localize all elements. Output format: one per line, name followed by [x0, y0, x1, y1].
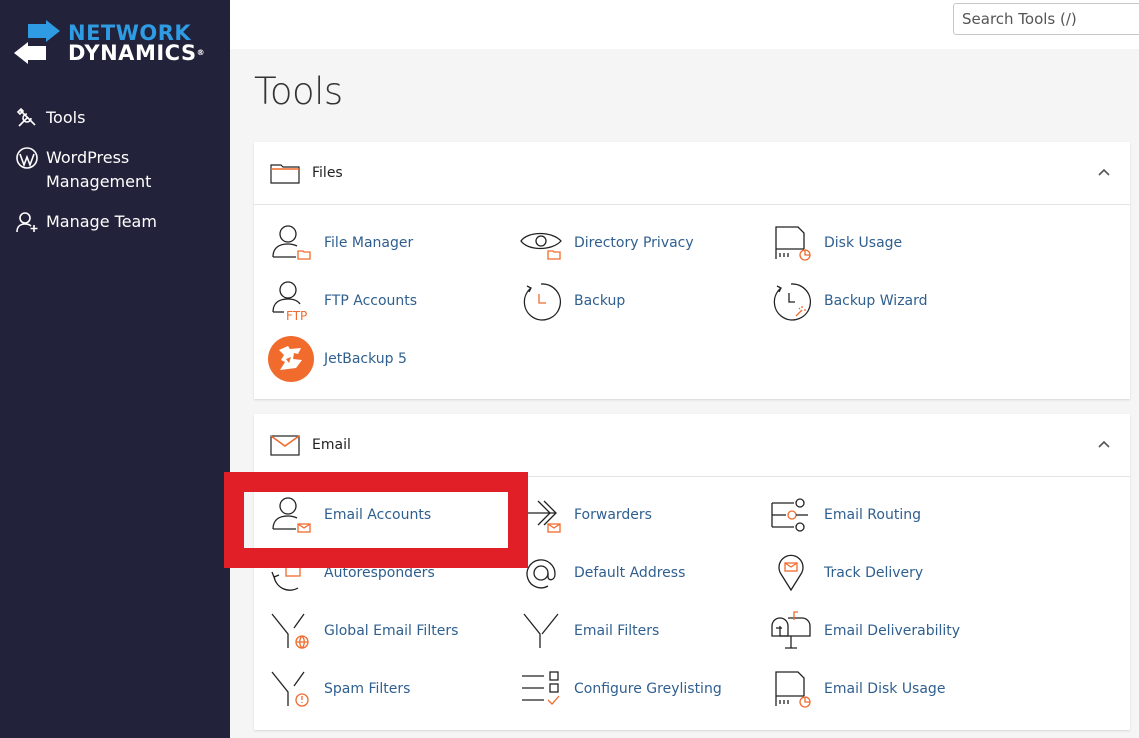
tool-autoresponders[interactable]: Autoresponders [268, 548, 435, 598]
tool-label: Backup Wizard [824, 293, 928, 309]
tool-email-routing[interactable]: Email Routing [768, 490, 921, 540]
jetbackup-icon [268, 336, 314, 382]
tool-label: Forwarders [574, 507, 652, 523]
collapse-chevron-icon[interactable] [1096, 436, 1112, 452]
files-section-title: Files [312, 165, 343, 181]
tool-default-address[interactable]: Default Address [518, 548, 685, 598]
brand-wordmark: NETWORK DYNAMICS® [68, 21, 206, 65]
logo-arrows-icon [14, 20, 60, 64]
backup-icon [518, 278, 564, 324]
sidebar-item-label: Manage Team [46, 212, 157, 231]
disk-usage-icon [768, 220, 814, 266]
sidebar-item-label: WordPress Management [46, 148, 152, 191]
autoresponders-icon [268, 550, 314, 596]
top-bar [230, 0, 1139, 49]
email-panel-header[interactable]: Email [254, 414, 1130, 477]
svg-text:FTP: FTP [286, 309, 307, 322]
tools-icon [14, 106, 40, 130]
sidebar-item-manage-team[interactable]: Manage Team [14, 210, 166, 234]
files-panel: Files File Manager Directory Privacy Dis… [254, 142, 1130, 399]
backup-wizard-icon [768, 278, 814, 324]
search-tools-input[interactable] [953, 3, 1139, 35]
email-section-title: Email [312, 437, 351, 453]
manage-team-icon [14, 210, 40, 234]
tool-label: Email Filters [574, 623, 660, 639]
tool-ftp-accounts[interactable]: FTP FTP Accounts [268, 276, 417, 326]
configure-greylisting-icon [518, 666, 564, 712]
sidebar-item-wordpress-management[interactable]: WordPress Management [14, 146, 166, 194]
tool-label: Backup [574, 293, 626, 309]
tool-file-manager[interactable]: File Manager [268, 218, 413, 268]
tool-directory-privacy[interactable]: Directory Privacy [518, 218, 694, 268]
tool-email-accounts[interactable]: Email Accounts [268, 490, 431, 540]
tool-email-deliverability[interactable]: Email Deliverability [768, 606, 960, 656]
global-email-filters-icon [268, 608, 314, 654]
track-delivery-icon [768, 550, 814, 596]
tool-label: FTP Accounts [324, 293, 418, 309]
tool-label: Disk Usage [824, 235, 903, 251]
tool-label: File Manager [324, 235, 414, 251]
tool-label: Email Routing [824, 507, 921, 523]
tool-spam-filters[interactable]: Spam Filters [268, 664, 410, 714]
tool-email-disk-usage[interactable]: Email Disk Usage [768, 664, 945, 714]
tool-backup[interactable]: Backup [518, 276, 625, 326]
tool-label: Default Address [574, 565, 686, 581]
file-manager-icon [268, 220, 314, 266]
tool-backup-wizard[interactable]: Backup Wizard [768, 276, 928, 326]
ftp-accounts-icon: FTP [268, 278, 314, 324]
tool-configure-greylisting[interactable]: Configure Greylisting [518, 664, 722, 714]
brand-line2: DYNAMICS [68, 41, 197, 65]
brand-line1: NETWORK [68, 21, 192, 45]
folder-icon [270, 161, 300, 185]
email-disk-usage-icon [768, 666, 814, 712]
tool-global-email-filters[interactable]: Global Email Filters [268, 606, 458, 656]
tool-label: Email Accounts [324, 507, 432, 523]
tool-label: Configure Greylisting [574, 681, 722, 697]
tool-label: Email Disk Usage [824, 681, 946, 697]
tool-label: Track Delivery [824, 565, 924, 581]
tool-jetbackup-5[interactable]: JetBackup 5 [268, 334, 407, 384]
sidebar-item-tools[interactable]: Tools [14, 106, 166, 130]
directory-privacy-icon [518, 220, 564, 266]
files-panel-header[interactable]: Files [254, 142, 1130, 205]
email-accounts-icon [268, 492, 314, 538]
sidebar-item-label: Tools [46, 108, 86, 127]
tool-label: Spam Filters [324, 681, 411, 697]
tool-track-delivery[interactable]: Track Delivery [768, 548, 923, 598]
brand-registered: ® [196, 48, 206, 57]
default-address-icon [518, 550, 564, 596]
sidebar: NETWORK DYNAMICS® Tools WordPress Manage… [0, 0, 230, 738]
tool-label: Global Email Filters [324, 623, 459, 639]
email-filters-icon [518, 608, 564, 654]
brand-logo[interactable]: NETWORK DYNAMICS® [12, 20, 222, 70]
forwarders-icon [518, 492, 564, 538]
page-title: Tools [254, 70, 343, 113]
tool-disk-usage[interactable]: Disk Usage [768, 218, 902, 268]
email-routing-icon [768, 492, 814, 538]
wordpress-icon [14, 146, 40, 170]
tool-label: Email Deliverability [824, 623, 961, 639]
envelope-icon [270, 433, 300, 457]
tool-forwarders[interactable]: Forwarders [518, 490, 652, 540]
tool-email-filters[interactable]: Email Filters [518, 606, 659, 656]
spam-filters-icon [268, 666, 314, 712]
tool-label: Autoresponders [324, 565, 435, 581]
email-deliverability-icon [768, 608, 814, 654]
tool-label: Directory Privacy [574, 235, 694, 251]
email-panel: Email Email Accounts Forwarders Email Ro… [254, 414, 1130, 730]
collapse-chevron-icon[interactable] [1096, 164, 1112, 180]
tool-label: JetBackup 5 [324, 351, 407, 367]
